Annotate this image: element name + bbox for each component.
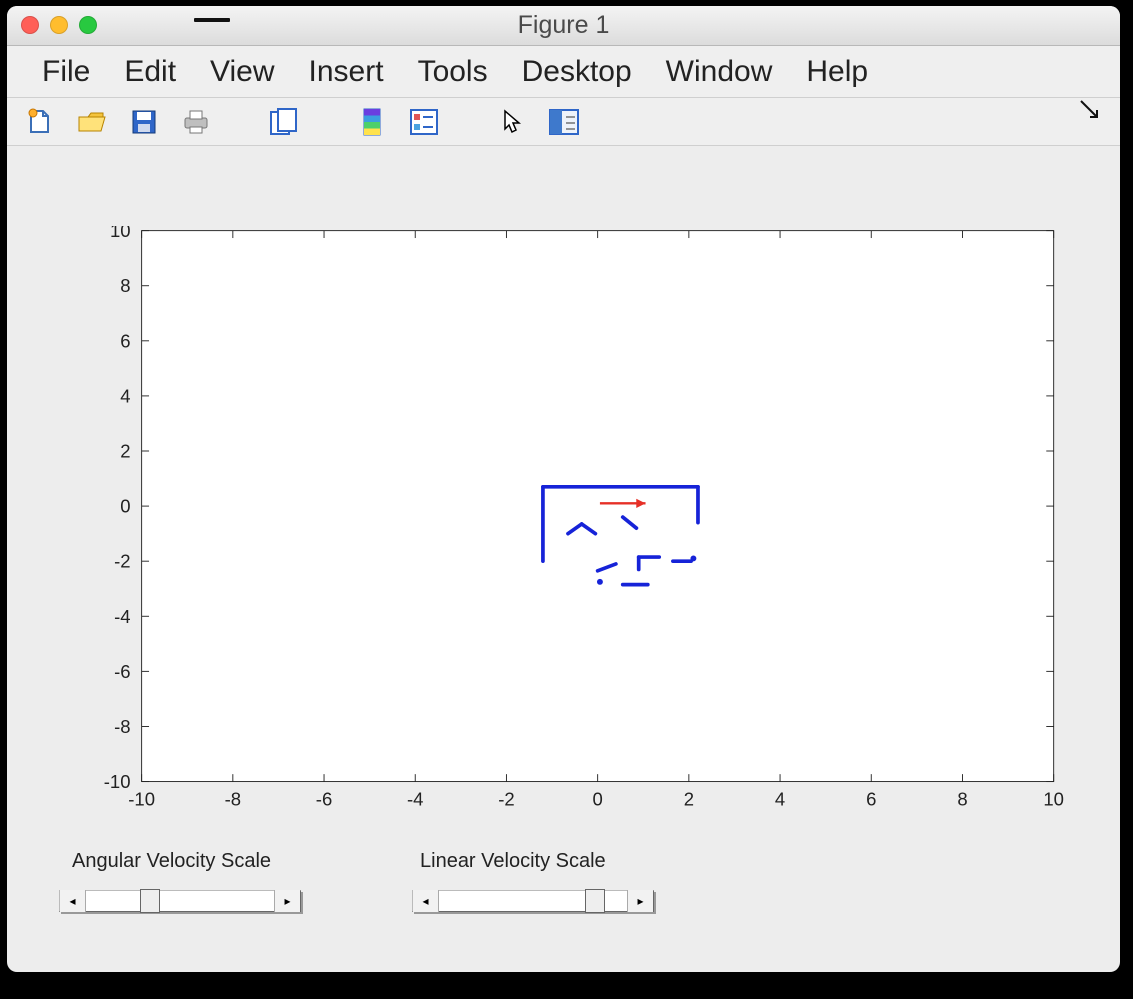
svg-text:0: 0 <box>120 496 130 517</box>
menu-tools[interactable]: Tools <box>401 51 505 93</box>
slider-thumb[interactable] <box>140 889 160 913</box>
menu-help[interactable]: Help <box>789 51 885 93</box>
svg-text:-8: -8 <box>114 716 130 737</box>
angular-scale-slider[interactable]: ◂ ▸ <box>59 890 301 912</box>
svg-text:-8: -8 <box>225 789 241 810</box>
window-title: Figure 1 <box>7 11 1120 40</box>
svg-text:6: 6 <box>120 330 130 351</box>
menu-insert[interactable]: Insert <box>292 51 401 93</box>
svg-text:10: 10 <box>1043 789 1064 810</box>
svg-text:-2: -2 <box>498 789 514 810</box>
inspector-icon[interactable] <box>547 106 581 138</box>
minimize-icon[interactable] <box>50 16 68 34</box>
print-icon[interactable] <box>179 106 213 138</box>
angular-scale-label: Angular Velocity Scale <box>72 850 271 873</box>
menu-window[interactable]: Window <box>649 51 790 93</box>
slider-thumb[interactable] <box>585 889 605 913</box>
colorbar-icon[interactable] <box>355 106 389 138</box>
new-file-icon[interactable] <box>23 106 57 138</box>
zoom-icon[interactable] <box>79 16 97 34</box>
svg-text:-4: -4 <box>114 606 130 627</box>
svg-text:10: 10 <box>110 226 131 241</box>
dock-arrow-icon[interactable] <box>1076 96 1102 122</box>
menu-file[interactable]: File <box>25 51 107 93</box>
svg-text:2: 2 <box>120 440 130 461</box>
figure-window: Figure 1 File Edit View Insert Tools Des… <box>7 6 1120 972</box>
menu-desktop[interactable]: Desktop <box>505 51 649 93</box>
menu-edit[interactable]: Edit <box>107 51 193 93</box>
svg-text:-10: -10 <box>104 771 131 792</box>
svg-text:8: 8 <box>957 789 967 810</box>
title-bar: Figure 1 <box>7 6 1120 46</box>
svg-text:6: 6 <box>866 789 876 810</box>
undock-handle-icon[interactable] <box>194 18 230 22</box>
svg-text:-6: -6 <box>316 789 332 810</box>
svg-text:-10: -10 <box>128 789 155 810</box>
save-icon[interactable] <box>127 106 161 138</box>
svg-text:0: 0 <box>592 789 602 810</box>
svg-text:-6: -6 <box>114 661 130 682</box>
controls-panel: Angular Velocity Scale Linear Velocity S… <box>57 850 1097 960</box>
linear-scale-label: Linear Velocity Scale <box>420 850 606 873</box>
svg-text:4: 4 <box>120 385 130 406</box>
svg-text:8: 8 <box>120 275 130 296</box>
slider-left-arrow-icon[interactable]: ◂ <box>413 890 439 912</box>
svg-text:2: 2 <box>684 789 694 810</box>
close-icon[interactable] <box>21 16 39 34</box>
window-controls <box>21 16 97 34</box>
menu-view[interactable]: View <box>193 51 291 93</box>
svg-text:-4: -4 <box>407 789 423 810</box>
toolbar <box>7 98 1120 146</box>
axes[interactable]: -10 -8 -6 -4 -2 0 2 4 6 8 10 -10 -8 -6 -4 -2 0 2 4 6 8 10 <box>52 226 1097 826</box>
page-setup-icon[interactable] <box>267 106 301 138</box>
pointer-icon[interactable] <box>495 106 529 138</box>
svg-text:4: 4 <box>775 789 785 810</box>
open-folder-icon[interactable] <box>75 106 109 138</box>
legend-icon[interactable] <box>407 106 441 138</box>
menu-bar: File Edit View Insert Tools Desktop Wind… <box>7 46 1120 98</box>
svg-text:-2: -2 <box>114 551 130 572</box>
slider-left-arrow-icon[interactable]: ◂ <box>60 890 86 912</box>
linear-scale-slider[interactable]: ◂ ▸ <box>412 890 654 912</box>
slider-right-arrow-icon[interactable]: ▸ <box>627 890 653 912</box>
slider-right-arrow-icon[interactable]: ▸ <box>274 890 300 912</box>
